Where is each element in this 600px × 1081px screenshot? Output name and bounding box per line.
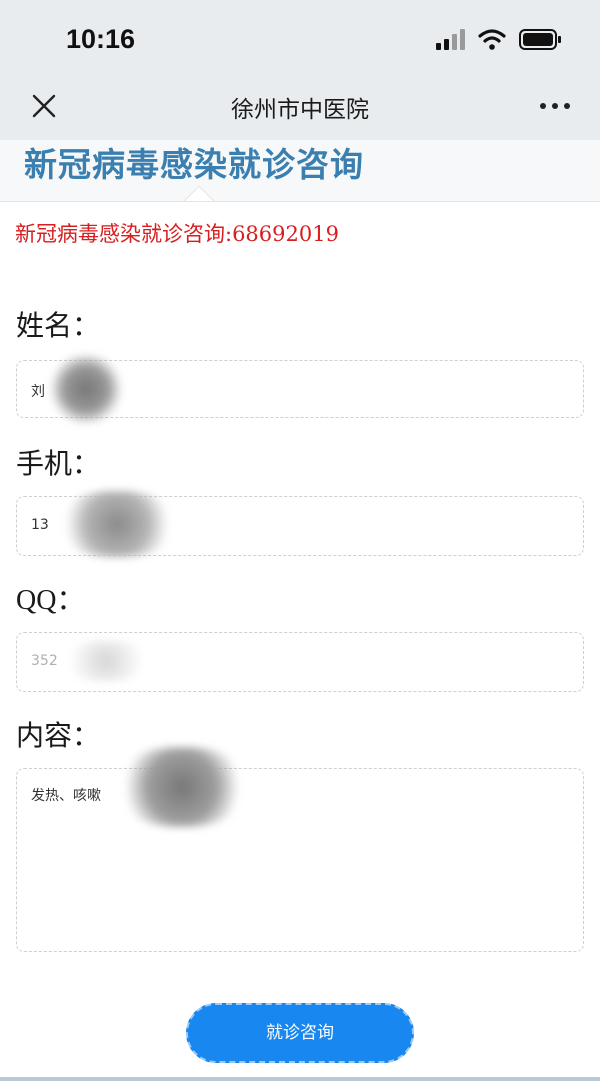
qq-value: 352	[31, 653, 58, 669]
status-time: 10:16	[66, 24, 136, 54]
content-value: 发热、咳嗽	[31, 788, 101, 804]
wifi-icon	[478, 29, 506, 50]
battery-icon	[519, 29, 561, 50]
name-value: 刘	[31, 384, 45, 400]
content-label: 内容：	[16, 719, 101, 752]
redaction-smudge	[51, 355, 121, 423]
nav-title: 徐州市中医院	[231, 97, 369, 123]
more-icon	[540, 103, 570, 109]
header-notch	[183, 185, 215, 201]
name-input[interactable]: 刘	[16, 355, 584, 423]
redaction-smudge	[57, 491, 177, 557]
mobile-input[interactable]: 13	[16, 491, 584, 557]
more-button[interactable]	[538, 94, 572, 118]
redaction-smudge	[117, 747, 247, 827]
status-bar: 10:16	[0, 0, 600, 80]
mobile-value: 13	[31, 517, 49, 533]
signal-icon	[436, 29, 465, 50]
redaction-smudge	[61, 641, 151, 681]
consult-phone-line: 新冠病毒感染就诊咨询:68692019	[15, 222, 339, 246]
mobile-label: 手机：	[16, 447, 101, 480]
nav-bar: 徐州市中医院	[0, 80, 600, 140]
qq-label: QQ：	[16, 585, 85, 616]
bottom-divider	[0, 1077, 600, 1081]
content-textarea[interactable]: 发热、咳嗽	[16, 747, 584, 952]
page-heading: 新冠病毒感染就诊咨询	[24, 145, 364, 184]
status-icons	[436, 28, 564, 52]
submit-button[interactable]: 就诊咨询	[186, 1003, 414, 1063]
qq-input[interactable]: 352	[16, 632, 584, 692]
page-header: 新冠病毒感染就诊咨询	[0, 140, 600, 202]
name-label: 姓名：	[16, 309, 101, 342]
